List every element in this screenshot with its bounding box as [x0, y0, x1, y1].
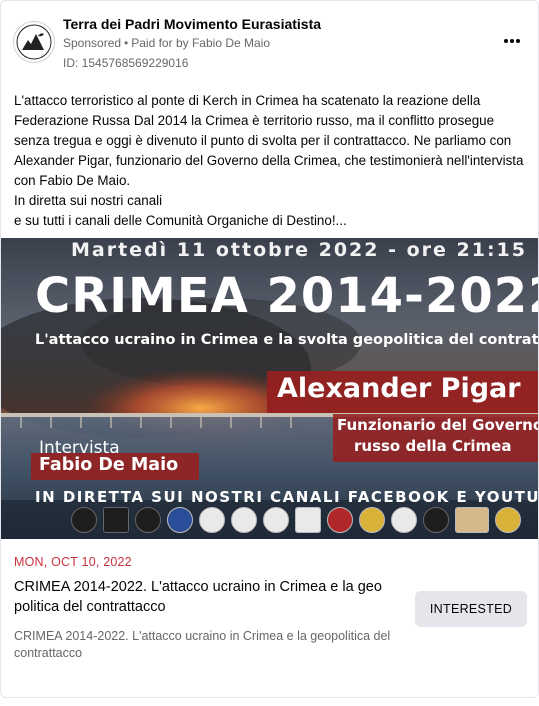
ad-image[interactable]: Martedì 11 ottobre 2022 - ore 21:15 CRIM…	[1, 238, 539, 539]
advertiser-name[interactable]: Terra dei Padri Movimento Eurasiatista	[63, 16, 321, 32]
partner-logo-icon	[103, 507, 129, 533]
partner-logo-icon	[71, 507, 97, 533]
partner-logo-icon	[423, 507, 449, 533]
event-title[interactable]: CRIMEA 2014-2022. L'attacco ucraino in C…	[14, 577, 414, 617]
partner-logo-icon	[327, 507, 353, 533]
banner-guest-role-2: russo della Crimea	[354, 437, 512, 455]
partner-logo-icon	[231, 507, 257, 533]
partner-logo-icon	[295, 507, 321, 533]
partner-logo-icon	[359, 507, 385, 533]
partner-logo-icon	[391, 507, 417, 533]
ad-card: Terra dei Padri Movimento Eurasiatista S…	[0, 0, 539, 698]
banner-title: CRIMEA 2014-2022	[35, 268, 539, 324]
banner-host-name: Fabio De Maio	[39, 455, 179, 475]
partner-logo-icon	[135, 507, 161, 533]
payer-name: Fabio De Maio	[191, 36, 271, 50]
event-date: MON, OCT 10, 2022	[14, 555, 132, 569]
partner-logo-icon	[455, 507, 489, 533]
ad-header: Terra dei Padri Movimento Eurasiatista S…	[13, 13, 526, 73]
ellipsis-icon	[503, 39, 508, 43]
banner-subtitle: L'attacco ucraino in Crimea e la svolta …	[35, 332, 539, 348]
sponsored-label: Sponsored	[63, 36, 122, 50]
partner-logo-icon	[495, 507, 521, 533]
partner-logo-icon	[199, 507, 225, 533]
banner-guest-role-1: Funzionario del Governo	[337, 416, 539, 434]
banner-live-line: IN DIRETTA SUI NOSTRI CANALI FACEBOOK E …	[35, 488, 539, 506]
logo-icon	[16, 24, 52, 60]
interested-button[interactable]: INTERESTED	[415, 591, 527, 627]
banner-guest-name: Alexander Pigar	[277, 373, 521, 404]
paid-for-label: Paid for by	[131, 36, 189, 50]
partner-logo-icon	[167, 507, 193, 533]
more-options-button[interactable]	[498, 31, 526, 51]
partner-logos	[71, 506, 521, 534]
ad-id: ID: 1545768569229016	[63, 56, 189, 70]
separator-dot: •	[124, 36, 129, 50]
banner-date-line: Martedì 11 ottobre 2022 - ore 21:15	[71, 239, 527, 261]
ad-body-text: L'attacco terroristico al ponte di Kerch…	[14, 93, 524, 228]
event-description: CRIMEA 2014-2022. L'attacco ucraino in C…	[14, 629, 391, 660]
avatar[interactable]	[13, 21, 55, 63]
sponsored-line: Sponsored • Paid for by Fabio De Maio	[63, 36, 270, 50]
partner-logo-icon	[263, 507, 289, 533]
